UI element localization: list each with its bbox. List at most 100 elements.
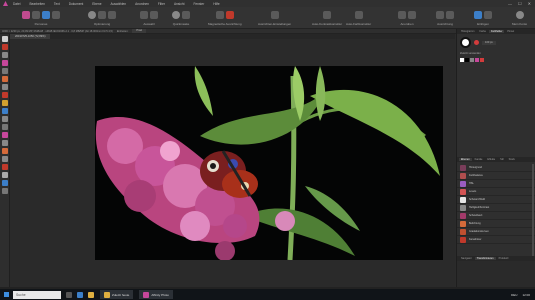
layer-row[interactable]: Belichtung bbox=[457, 220, 535, 228]
taskbar-affinity-window[interactable]: Affinity Photo bbox=[139, 290, 173, 299]
layer-row[interactable]: Levels bbox=[457, 188, 535, 196]
snap-settings-group[interactable]: Ausrichten-Einstellungen bbox=[258, 9, 291, 26]
taskbar-explorer-window[interactable]: Zuletzt heute bbox=[100, 290, 134, 299]
layers-scrollbar[interactable] bbox=[532, 164, 534, 264]
quickmaske-group[interactable]: Quickmaske bbox=[172, 9, 190, 26]
swatch[interactable] bbox=[460, 58, 464, 62]
erase-tool-icon[interactable] bbox=[1, 100, 8, 106]
mask-icon[interactable] bbox=[182, 10, 190, 19]
gradient-tool-icon[interactable] bbox=[1, 116, 8, 122]
layer-row[interactable]: Kanalmixer bbox=[457, 236, 535, 244]
tab-farbe[interactable]: Farbe bbox=[477, 30, 488, 33]
optimierung-group[interactable]: Optimierung bbox=[88, 9, 116, 26]
layer-row[interactable]: HSL bbox=[457, 180, 535, 188]
menu-hilfe[interactable]: Hilfe bbox=[213, 2, 219, 6]
photo-canvas[interactable] bbox=[95, 66, 443, 260]
account-group[interactable]: Mein Konto bbox=[512, 9, 527, 26]
text-tool-icon[interactable] bbox=[1, 172, 8, 178]
curves-icon[interactable] bbox=[108, 10, 116, 19]
view-tool-icon[interactable] bbox=[1, 44, 8, 50]
file-explorer-icon[interactable] bbox=[88, 291, 94, 298]
snap-settings-icon[interactable] bbox=[270, 10, 279, 19]
quickmask-icon[interactable] bbox=[172, 10, 180, 19]
shape-tool-icon[interactable] bbox=[1, 164, 8, 170]
flood-select-icon[interactable] bbox=[1, 76, 8, 82]
account-icon[interactable] bbox=[515, 10, 524, 19]
layer-row[interactable]: Gradationskurven bbox=[457, 228, 535, 236]
menu-fenster[interactable]: Fenster bbox=[193, 2, 204, 6]
magnet-icon[interactable] bbox=[215, 10, 224, 19]
tone-map-persona-icon[interactable] bbox=[52, 10, 60, 19]
swatch[interactable] bbox=[465, 58, 469, 62]
magnetic-snap-group[interactable]: Magnetische Ausrichtung bbox=[208, 9, 242, 26]
color-picker-icon[interactable] bbox=[1, 180, 8, 186]
maximize-button[interactable]: ☐ bbox=[518, 1, 522, 6]
clock[interactable]: 12:00 bbox=[522, 293, 530, 297]
einfuegen-group[interactable]: Einfügen bbox=[474, 9, 492, 26]
align-icon[interactable] bbox=[436, 10, 444, 19]
menu-dokument[interactable]: Dokument bbox=[69, 2, 84, 6]
deselect-icon[interactable] bbox=[150, 10, 158, 19]
swatch[interactable] bbox=[480, 58, 484, 62]
tab-farbfelder[interactable]: Farbfelder bbox=[489, 30, 505, 33]
ausrichtung-group[interactable]: Ausrichtung bbox=[436, 9, 454, 26]
auswahl-group[interactable]: Auswahl bbox=[140, 9, 158, 26]
dodge-tool-icon[interactable] bbox=[1, 124, 8, 130]
tab-stock[interactable]: Stock bbox=[507, 158, 517, 161]
layer-row[interactable]: Farbbalance bbox=[457, 172, 535, 180]
tab-pinsel[interactable]: Pinsel bbox=[505, 30, 516, 33]
tab-kanaele[interactable]: Kanäle bbox=[473, 158, 485, 161]
auto-contrast-icon[interactable] bbox=[323, 10, 332, 19]
input-language[interactable]: DEU bbox=[511, 293, 517, 297]
tab-stil[interactable]: Stil bbox=[498, 158, 505, 161]
tab-navigator[interactable]: Navigator bbox=[459, 257, 474, 260]
primary-color-swatch[interactable] bbox=[460, 37, 471, 48]
minimize-button[interactable]: — bbox=[508, 1, 512, 6]
close-button[interactable]: ✕ bbox=[528, 1, 531, 6]
canvas-area[interactable] bbox=[10, 39, 455, 287]
menu-ansicht[interactable]: Ansicht bbox=[174, 2, 184, 6]
brush-size-field[interactable]: 100 px bbox=[482, 40, 496, 45]
menu-auswaehlen[interactable]: Auswählen bbox=[110, 2, 126, 6]
swatch[interactable] bbox=[475, 58, 479, 62]
crop-tool-icon[interactable] bbox=[1, 52, 8, 58]
red-eye-tool-icon[interactable] bbox=[1, 148, 8, 154]
swatch[interactable] bbox=[470, 58, 474, 62]
photo-persona-icon[interactable] bbox=[22, 10, 30, 19]
layer-row[interactable]: Schwellwert bbox=[457, 212, 535, 220]
zoom-tool-icon[interactable] bbox=[1, 188, 8, 194]
menu-text[interactable]: Text bbox=[54, 2, 60, 6]
menu-datei[interactable]: Datei bbox=[13, 2, 20, 6]
menu-anordnen[interactable]: Anordnen bbox=[135, 2, 149, 6]
paint-brush-icon[interactable] bbox=[1, 84, 8, 90]
liquify-persona-icon[interactable] bbox=[32, 10, 40, 19]
move-tool-icon[interactable] bbox=[1, 36, 8, 42]
auto-contrast-group[interactable]: Auto-Kontrastkorrektur bbox=[312, 9, 342, 26]
pen-tool-icon[interactable] bbox=[1, 156, 8, 162]
arrange-front-icon[interactable] bbox=[398, 10, 406, 19]
tab-effekte[interactable]: Effekte bbox=[485, 158, 497, 161]
marquee-tool-icon[interactable] bbox=[1, 68, 8, 74]
insert-icon[interactable] bbox=[474, 10, 482, 19]
selection-brush-icon[interactable] bbox=[1, 60, 8, 66]
menu-filter[interactable]: Filter bbox=[158, 2, 165, 6]
layer-row[interactable]: Hintergrund bbox=[457, 164, 535, 172]
menu-ebene[interactable]: Ebene bbox=[92, 2, 101, 6]
clone-tool-icon[interactable] bbox=[1, 132, 8, 138]
layer-row[interactable]: Schwarz/Weiß bbox=[457, 196, 535, 204]
layer-row[interactable]: Helligkeit/Kontrast bbox=[457, 204, 535, 212]
windows-start-icon[interactable] bbox=[4, 292, 9, 297]
fill-tool-icon[interactable] bbox=[1, 108, 8, 114]
anordnen-group[interactable]: Anordnen bbox=[398, 9, 416, 26]
tab-protokoll[interactable]: Protokoll bbox=[497, 257, 511, 260]
secondary-color-swatch[interactable] bbox=[474, 40, 479, 45]
levels-icon[interactable] bbox=[98, 10, 106, 19]
edge-browser-icon[interactable] bbox=[77, 291, 83, 298]
select-icon[interactable] bbox=[140, 10, 148, 19]
menu-bearbeiten[interactable]: Bearbeiten bbox=[29, 2, 44, 6]
pixel-tool-icon[interactable] bbox=[1, 92, 8, 98]
tab-histogramm[interactable]: Histogramm bbox=[459, 30, 476, 33]
tab-transformieren[interactable]: Transformieren bbox=[474, 257, 496, 260]
distribute-icon[interactable] bbox=[446, 10, 454, 19]
insert-behind-icon[interactable] bbox=[484, 10, 492, 19]
